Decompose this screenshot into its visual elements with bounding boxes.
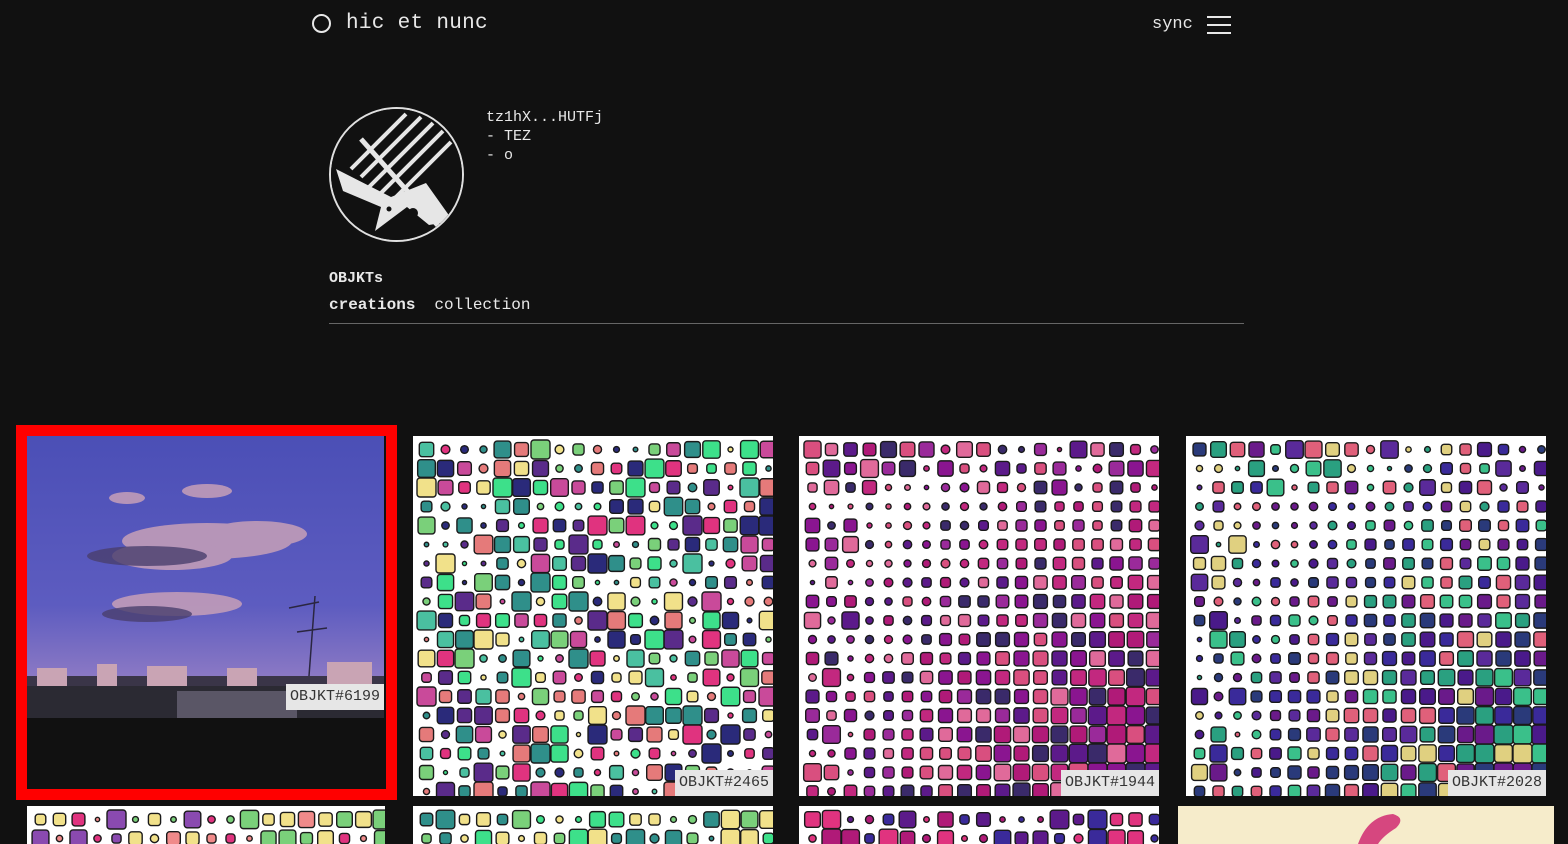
gallery-item[interactable]: OBJKT#6199: [27, 436, 384, 788]
wallet-address[interactable]: tz1hX...HUTFj: [486, 108, 603, 127]
logo-text: hic et nunc: [346, 12, 488, 35]
avatar-art-icon: [331, 109, 462, 240]
generative-art-image: [802, 440, 1159, 796]
gallery-item[interactable]: OBJKT#2028: [1186, 436, 1546, 796]
profile-info: tz1hX...HUTFj - TEZ - o: [486, 108, 603, 165]
gallery-item[interactable]: [1178, 806, 1554, 844]
tab-collection[interactable]: collection: [434, 296, 530, 314]
top-bar: hic et nunc sync: [0, 0, 1568, 52]
tab-creations[interactable]: creations: [329, 296, 415, 314]
tabs: creations collection: [329, 296, 549, 314]
generative-art-image: [31, 809, 385, 844]
profile-o: - o: [486, 147, 514, 164]
logo-circle-icon: [312, 14, 331, 33]
objkt-label: OBJKT#2465: [674, 770, 773, 796]
avatar: [329, 107, 464, 242]
gallery-item[interactable]: OBJKT#1944: [799, 436, 1159, 796]
generative-art-image: [1190, 440, 1546, 796]
gallery-item[interactable]: OBJKT#2465: [413, 436, 773, 796]
objkt-label: OBJKT#1944: [1060, 770, 1159, 796]
hamburger-menu-icon[interactable]: [1207, 16, 1231, 34]
section-title: OBJKTs: [329, 270, 384, 287]
pink-shape-image: [1358, 814, 1401, 844]
gallery-item[interactable]: [27, 806, 385, 844]
sunset-photo-image: [27, 436, 384, 718]
divider: [329, 323, 1244, 324]
generative-art-image: [803, 809, 1159, 844]
gallery-item[interactable]: [413, 806, 773, 844]
home-logo[interactable]: hic et nunc: [312, 12, 488, 35]
objkt-label: OBJKT#6199: [285, 684, 384, 710]
gallery-item[interactable]: [799, 806, 1159, 844]
profile-tez: - TEZ: [486, 128, 532, 145]
generative-art-image: [419, 809, 773, 844]
sync-link[interactable]: sync: [1152, 15, 1193, 34]
objkt-label: OBJKT#2028: [1447, 770, 1546, 796]
generative-art-image: [416, 439, 773, 796]
